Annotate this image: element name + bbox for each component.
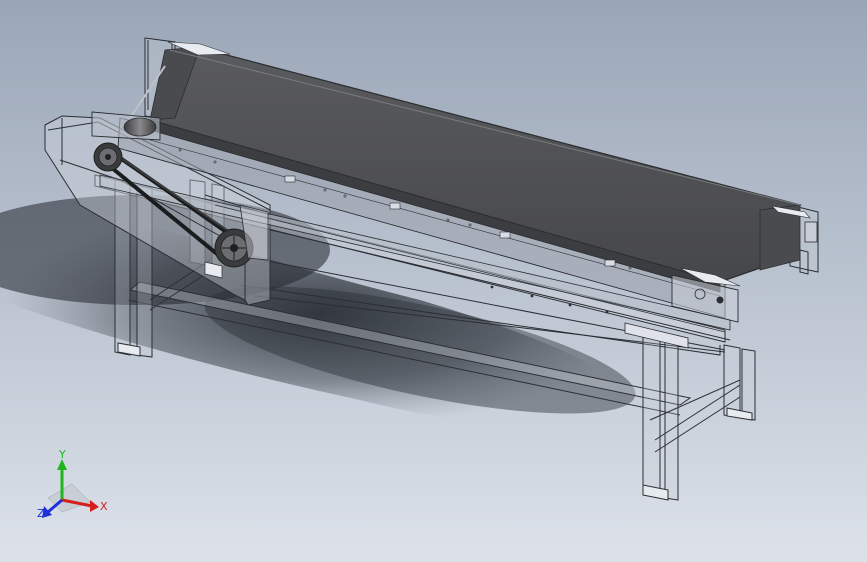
x-axis-arrow — [90, 500, 99, 512]
coordinate-triad: Y X Z — [37, 448, 108, 520]
triad-x-label: X — [100, 500, 108, 513]
triad-y-label: Y — [58, 448, 66, 461]
3d-viewport[interactable]: Y X Z — [0, 0, 867, 562]
triad-z-label: Z — [37, 507, 45, 520]
conveyor-model-canvas[interactable]: Y X Z — [0, 0, 867, 562]
upper-pulley — [93, 142, 123, 172]
